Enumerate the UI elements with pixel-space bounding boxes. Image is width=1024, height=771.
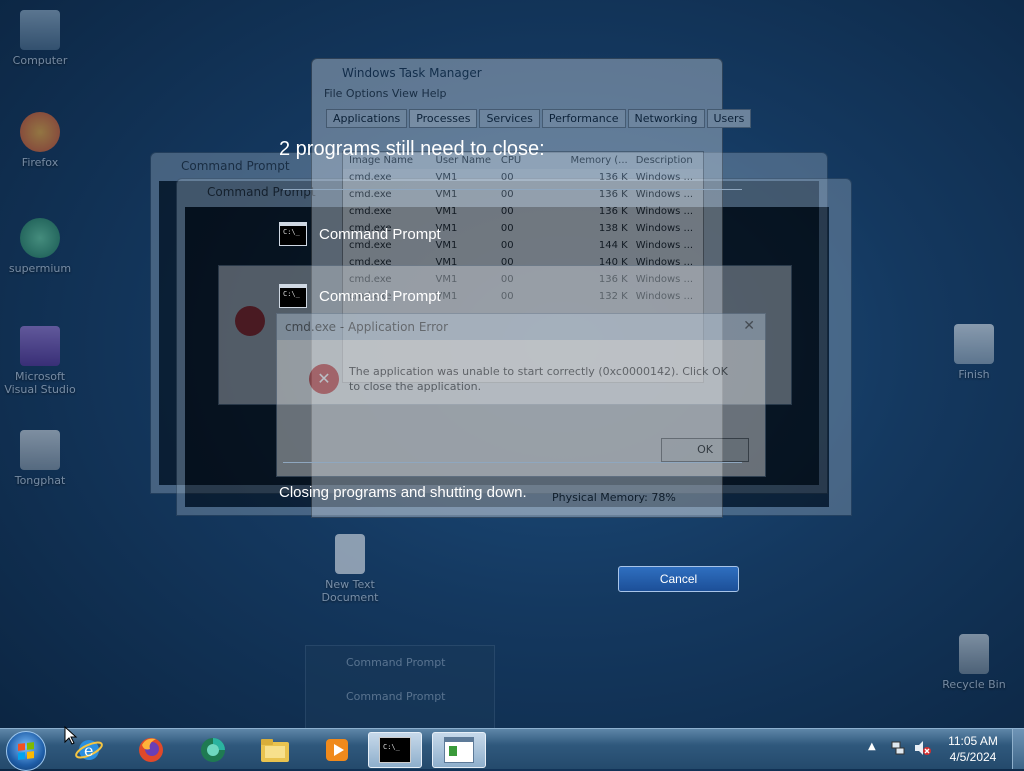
table-cell: 00 [500,240,514,251]
desktop-icon-firefox[interactable]: Firefox [0,112,82,169]
command-prompt-taskbar-button[interactable]: C:\_ [368,732,422,768]
tab-services: Services [479,109,540,128]
desktop-icon-finish[interactable]: Finish [932,324,1016,381]
show-hidden-icons-icon[interactable]: ▲ [868,741,876,752]
recycle-bin-icon [959,634,989,674]
task-manager-icon [444,737,474,763]
taskbar-thumbnail-list: Command Prompt Command Prompt [305,645,495,729]
table-cell: cmd.exe [349,206,392,217]
windows-flag-icon [18,742,34,760]
desktop-icon-new-text-document[interactable]: New Text Document [308,534,392,604]
tab-performance: Performance [541,109,626,128]
start-orb-icon[interactable] [6,731,46,771]
desktop-icon-recycle-bin[interactable]: Recycle Bin [932,634,1016,691]
table-cell: VM1 [435,172,458,183]
task-manager-taskbar-button[interactable] [432,732,486,768]
divider-bottom [283,462,742,463]
table-cell: Windows ... [635,206,694,217]
ok-button: OK [661,438,749,462]
supermium-icon [20,218,60,258]
clock-time: 11:05 AM [948,734,998,748]
column-header: Description [635,155,693,166]
table-cell: 136 K [598,206,628,217]
tab-networking: Networking [627,109,705,128]
visual-studio-icon [20,326,60,366]
command-prompt-icon: C:\_ [279,222,307,246]
error-message: The application was unable to start corr… [349,365,728,393]
clock-date: 4/5/2024 [949,750,997,764]
table-cell: 00 [500,223,514,234]
program-item-command-prompt-1[interactable]: C:\_ Command Prompt [279,222,441,246]
shutdown-status: Closing programs and shutting down. [279,484,527,501]
desktop-icon-tongphat[interactable]: Tongphat [0,430,82,487]
media-player-icon[interactable] [310,732,364,768]
dialog-title: cmd.exe - Application Error [277,314,765,340]
divider-top [283,189,742,190]
application-error-dialog: cmd.exe - Application Error ✕ ✕ The appl… [276,313,766,477]
desktop-icon-visual-studio[interactable]: Microsoft Visual Studio [0,326,82,396]
list-item: Command Prompt [346,690,446,703]
table-cell: Windows ... [635,240,694,251]
table-cell: Windows ... [635,172,694,183]
program-item-command-prompt-2[interactable]: C:\_ Command Prompt [279,284,441,308]
table-cell: VM1 [435,240,458,251]
window-title: Windows Task Manager [342,66,482,80]
desktop-icon-computer[interactable]: Computer [0,10,82,67]
table-row: cmd.exe VM1 00 136 K Windows ... [343,169,703,186]
table-cell: cmd.exe [349,172,392,183]
window-file-icon [954,324,994,364]
firefox-icon [20,112,60,152]
close-icon: ✕ [743,318,755,334]
svg-text:e: e [84,741,93,760]
table-cell: 00 [500,206,514,217]
list-item: Command Prompt [346,656,446,669]
table-cell: 144 K [598,240,628,251]
table-cell: 138 K [598,223,628,234]
image-file-icon [20,430,60,470]
mouse-cursor-icon [64,726,78,745]
program-label: Command Prompt [319,287,441,305]
show-desktop-button[interactable] [1012,729,1024,769]
text-document-icon [335,534,365,574]
command-prompt-icon: C:\_ [379,737,411,763]
table-cell: VM1 [435,206,458,217]
volume-muted-icon[interactable] [914,740,932,756]
desktop-icon-supermium[interactable]: supermium [0,218,82,275]
table-cell: 136 K [598,172,628,183]
command-prompt-icon: C:\_ [279,284,307,308]
network-icon[interactable] [890,740,906,756]
error-icon [235,306,265,336]
table-cell: VM1 [435,223,458,234]
taskbar: e C:\_ ▲ 11:05 AM 4/5/2024 [0,728,1024,771]
error-icon: ✕ [309,364,339,394]
cancel-button[interactable]: Cancel [618,566,739,592]
file-explorer-icon[interactable] [248,732,302,768]
computer-icon [20,10,60,50]
program-label: Command Prompt [319,225,441,243]
tab-processes: Processes [409,109,478,128]
memory-status: Physical Memory: 78% [552,491,676,504]
tab-applications: Applications [326,109,408,128]
table-row: cmd.exe VM1 00 136 K Windows ... [343,203,703,220]
table-cell: 00 [500,172,514,183]
table-cell: Windows ... [635,223,694,234]
column-header: Memory (... [570,155,628,166]
tab-strip: Applications Processes Services Performa… [312,105,752,128]
supermium-icon[interactable] [186,732,240,768]
menu-bar: File Options View Help [324,87,447,100]
tab-users: Users [706,109,752,128]
firefox-icon[interactable] [124,732,178,768]
shutdown-title: 2 programs still need to close: [279,138,545,160]
system-clock[interactable]: 11:05 AM 4/5/2024 [940,733,1006,765]
